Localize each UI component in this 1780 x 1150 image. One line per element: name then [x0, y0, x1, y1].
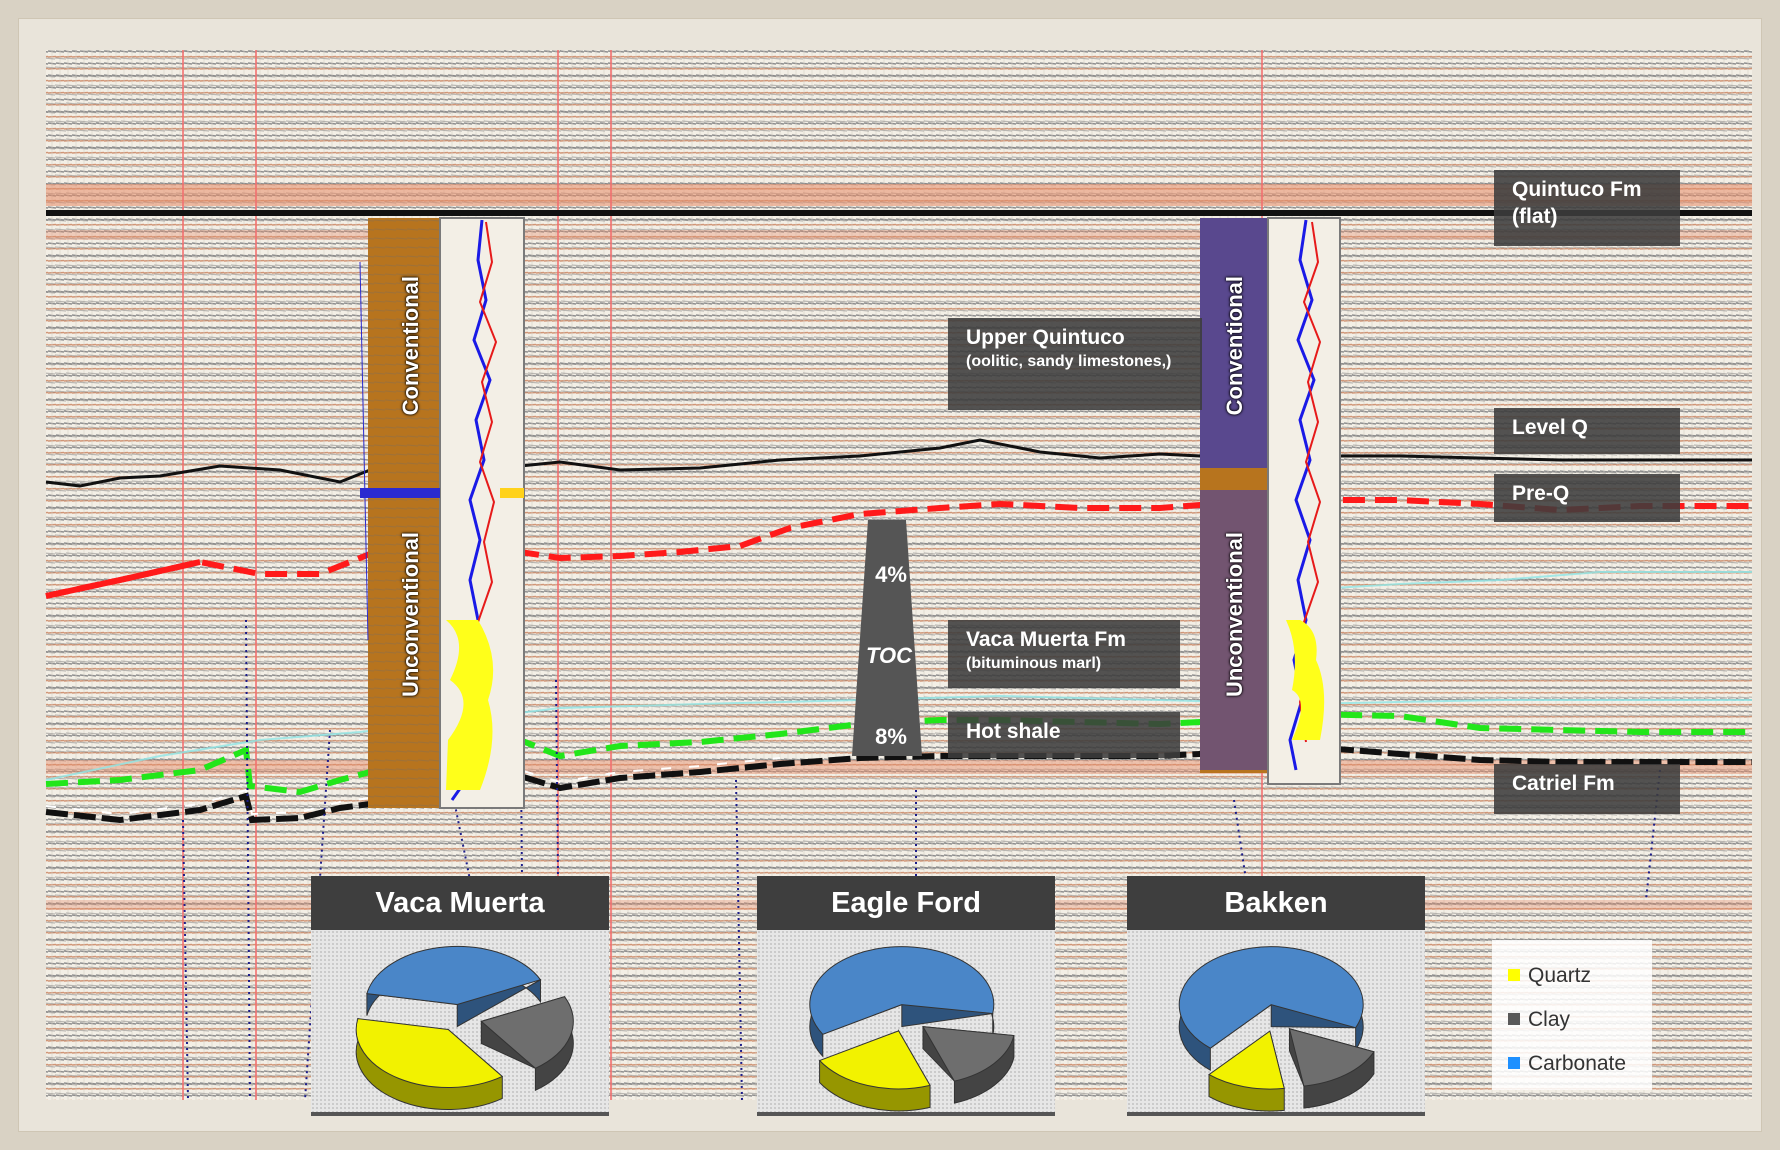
well-log-2: [1200, 217, 1341, 785]
vaca-muerta-fm-label: Vaca Muerta Fm (bituminous marl): [948, 620, 1180, 688]
bakken-header: Bakken: [1127, 876, 1425, 930]
catriel-fm-label: Catriel Fm: [1494, 764, 1680, 814]
well-2-unconventional-label: Unconventional: [1222, 532, 1247, 698]
eagle-ford-header: Eagle Ford: [757, 876, 1055, 930]
pre-q-label: Pre-Q: [1494, 474, 1680, 522]
quintuco-flat-label: Quintuco Fm (flat): [1494, 170, 1680, 246]
well-1-conventional-label: Conventional: [398, 276, 423, 416]
well-log-1: [359, 217, 525, 809]
well-1-unconventional-label: Unconventional: [398, 532, 423, 698]
legend-item-quartz: Quartz: [1508, 964, 1591, 988]
well-2-conventional-label: Conventional: [1222, 276, 1247, 416]
mineral-legend: Quartz Clay Carbonate: [1492, 940, 1652, 1090]
hot-shale-label: Hot shale: [948, 712, 1180, 758]
vaca-muerta-pie-panel: [311, 930, 609, 1116]
legend-item-carbonate: Carbonate: [1508, 1052, 1626, 1076]
carbonate-swatch: [1508, 1057, 1520, 1069]
toc-top-value: 4%: [875, 562, 907, 587]
eagle-ford-pie-panel: [757, 930, 1055, 1116]
bakken-pie-panel: [1127, 930, 1425, 1116]
legend-item-clay: Clay: [1508, 1008, 1570, 1032]
level-q-label: Level Q: [1494, 408, 1680, 454]
quartz-swatch: [1508, 969, 1520, 981]
upper-quintuco-label: Upper Quintuco (oolitic, sandy limestone…: [948, 318, 1202, 410]
clay-swatch: [1508, 1013, 1520, 1025]
vaca-muerta-header: Vaca Muerta: [311, 876, 609, 930]
toc-label: TOC: [865, 643, 913, 668]
toc-bottom-value: 8%: [875, 724, 907, 749]
